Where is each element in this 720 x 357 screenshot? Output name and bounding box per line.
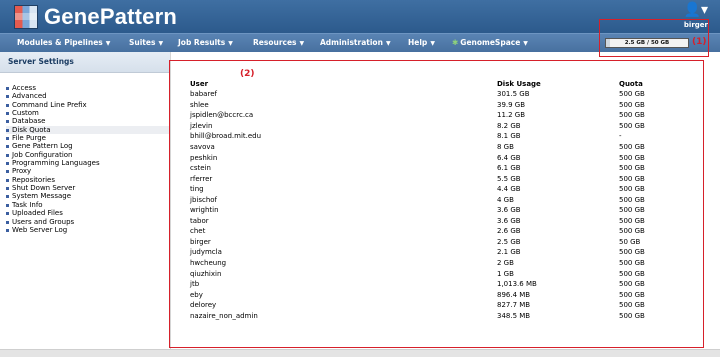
chevron-down-icon: ▼: [299, 40, 305, 47]
sidebar-item-gene-pattern-log[interactable]: Gene Pattern Log: [6, 142, 170, 150]
sidebar-item-custom[interactable]: Custom: [6, 109, 170, 117]
chevron-down-icon: ▼: [105, 40, 111, 47]
genepattern-logo-icon: [14, 5, 38, 29]
nav-resources[interactable]: Resources ▼: [253, 34, 304, 52]
sidebar-item-uploaded-files[interactable]: Uploaded Files: [6, 209, 170, 217]
nav-label: Suites: [129, 38, 156, 47]
nav-label: Administration: [320, 38, 383, 47]
sidebar-item-users-and-groups[interactable]: Users and Groups: [6, 218, 170, 226]
nav-label: Help: [408, 38, 428, 47]
sidebar-item-repositories[interactable]: Repositories: [6, 176, 170, 184]
chevron-down-icon: ▼: [523, 40, 528, 47]
nav-label: GenomeSpace: [460, 38, 521, 47]
chevron-down-icon: ▼: [385, 40, 391, 47]
sidebar-item-system-message[interactable]: System Message: [6, 192, 170, 200]
sidebar-item-access[interactable]: Access: [6, 84, 170, 92]
chevron-down-icon: ▼: [228, 40, 233, 47]
chevron-down-icon: ▼: [158, 40, 164, 47]
sidebar-item-task-info[interactable]: Task Info: [6, 201, 170, 209]
annotation-box-2: [169, 60, 704, 348]
annotation-label-2: (2): [240, 69, 255, 79]
sidebar-item-job-configuration[interactable]: Job Configuration: [6, 151, 170, 159]
sidebar-item-programming-languages[interactable]: Programming Languages: [6, 159, 170, 167]
user-icon: 👤▾: [683, 2, 708, 18]
annotation-label-1: (1): [692, 37, 707, 47]
nav-administration[interactable]: Administration ▼: [320, 34, 391, 52]
nav-job-results[interactable]: Job Results ▼: [178, 34, 233, 52]
nav-suites[interactable]: Suites ▼: [129, 34, 163, 52]
nav-modules-pipelines[interactable]: Modules & Pipelines ▼: [17, 34, 110, 52]
nav-genomespace[interactable]: ✱ GenomeSpace ▼: [452, 34, 528, 52]
sidebar-item-web-server-log[interactable]: Web Server Log: [6, 226, 170, 234]
nav-label: Modules & Pipelines: [17, 38, 103, 47]
sidebar: Server Settings Access Advanced Command Li…: [0, 52, 171, 350]
sidebar-item-database[interactable]: Database: [6, 117, 170, 125]
chevron-down-icon: ▼: [430, 40, 435, 47]
sidebar-item-disk-quota[interactable]: Disk Quota: [6, 125, 170, 135]
sidebar-item-file-purge[interactable]: File Purge: [6, 134, 170, 142]
genomespace-icon: ✱: [452, 38, 459, 47]
sidebar-title: Server Settings: [0, 52, 170, 73]
sidebar-item-advanced[interactable]: Advanced: [6, 92, 170, 100]
app-logo-text: GenePattern: [44, 4, 178, 29]
nav-label: Job Results: [178, 38, 226, 47]
app-logo[interactable]: GenePattern: [14, 5, 177, 29]
nav-help[interactable]: Help ▼: [408, 34, 435, 52]
sidebar-item-shut-down-server[interactable]: Shut Down Server: [6, 184, 170, 192]
sidebar-item-proxy[interactable]: Proxy: [6, 167, 170, 175]
sidebar-item-command-line-prefix[interactable]: Command Line Prefix: [6, 101, 170, 109]
sidebar-list: Access Advanced Command Line Prefix Custom D…: [0, 73, 170, 234]
nav-label: Resources: [253, 38, 297, 47]
